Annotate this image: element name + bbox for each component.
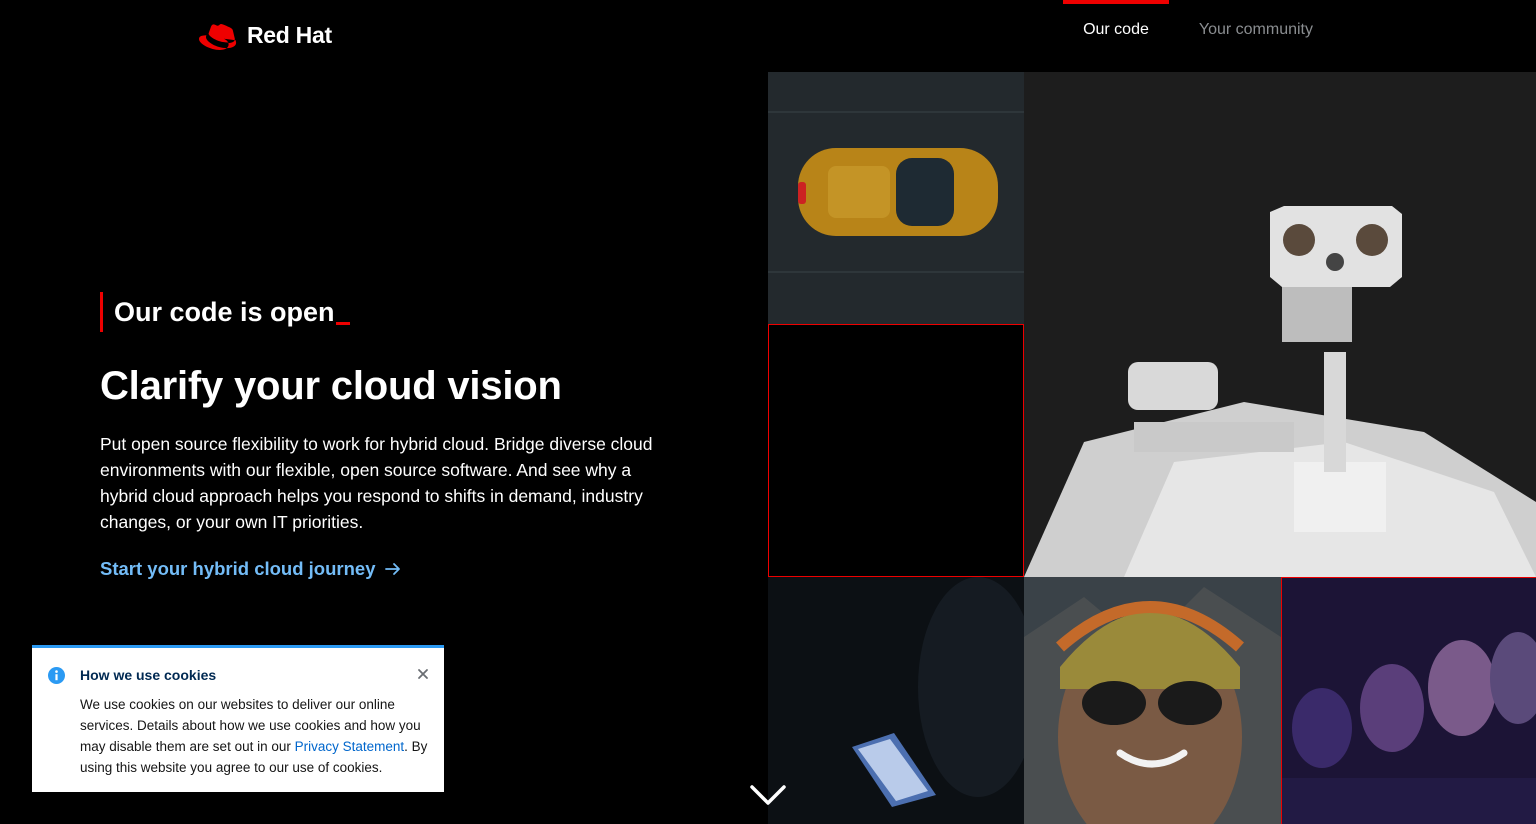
close-icon[interactable] (416, 667, 430, 681)
tab-our-code[interactable]: Our code (1063, 0, 1169, 60)
car-photo (768, 72, 1024, 324)
arrow-right-icon (385, 563, 401, 575)
scroll-down-button[interactable] (750, 784, 786, 811)
phone-photo (768, 577, 1024, 824)
hiker-photo (1024, 577, 1281, 824)
hero-body: Put open source flexibility to work for … (100, 434, 653, 532)
main-nav: Our code Your community (1063, 0, 1333, 72)
brand-name: Red Hat (247, 21, 332, 48)
audience-photo (1281, 577, 1536, 824)
tab-your-community[interactable]: Your community (1179, 0, 1333, 60)
cookie-title: How we use cookies (80, 667, 217, 683)
cookie-banner: How we use cookies We use cookies on our… (32, 645, 444, 792)
image-mosaic (768, 72, 1536, 824)
hero-headline: Clarify your cloud vision (100, 364, 562, 408)
hybrid-cloud-cta-link[interactable]: Start your hybrid cloud journey (100, 558, 401, 580)
site-header: Red Hat Our code Your community (0, 0, 1536, 72)
privacy-statement-link[interactable]: Privacy Statement (295, 739, 405, 754)
cursor-underscore (335, 321, 350, 325)
info-icon (48, 667, 65, 684)
hero-kicker: Our code is open (100, 292, 350, 332)
kicker-text: Our code is open (114, 296, 335, 327)
empty-tile (768, 324, 1024, 577)
cta-label: Start your hybrid cloud journey (100, 558, 376, 579)
red-hat-logo[interactable]: Red Hat (197, 18, 332, 52)
cookie-text: We use cookies on our websites to delive… (80, 694, 432, 778)
red-hat-icon (199, 24, 237, 50)
chevron-down-icon (750, 785, 786, 805)
robot-photo (1024, 72, 1536, 577)
